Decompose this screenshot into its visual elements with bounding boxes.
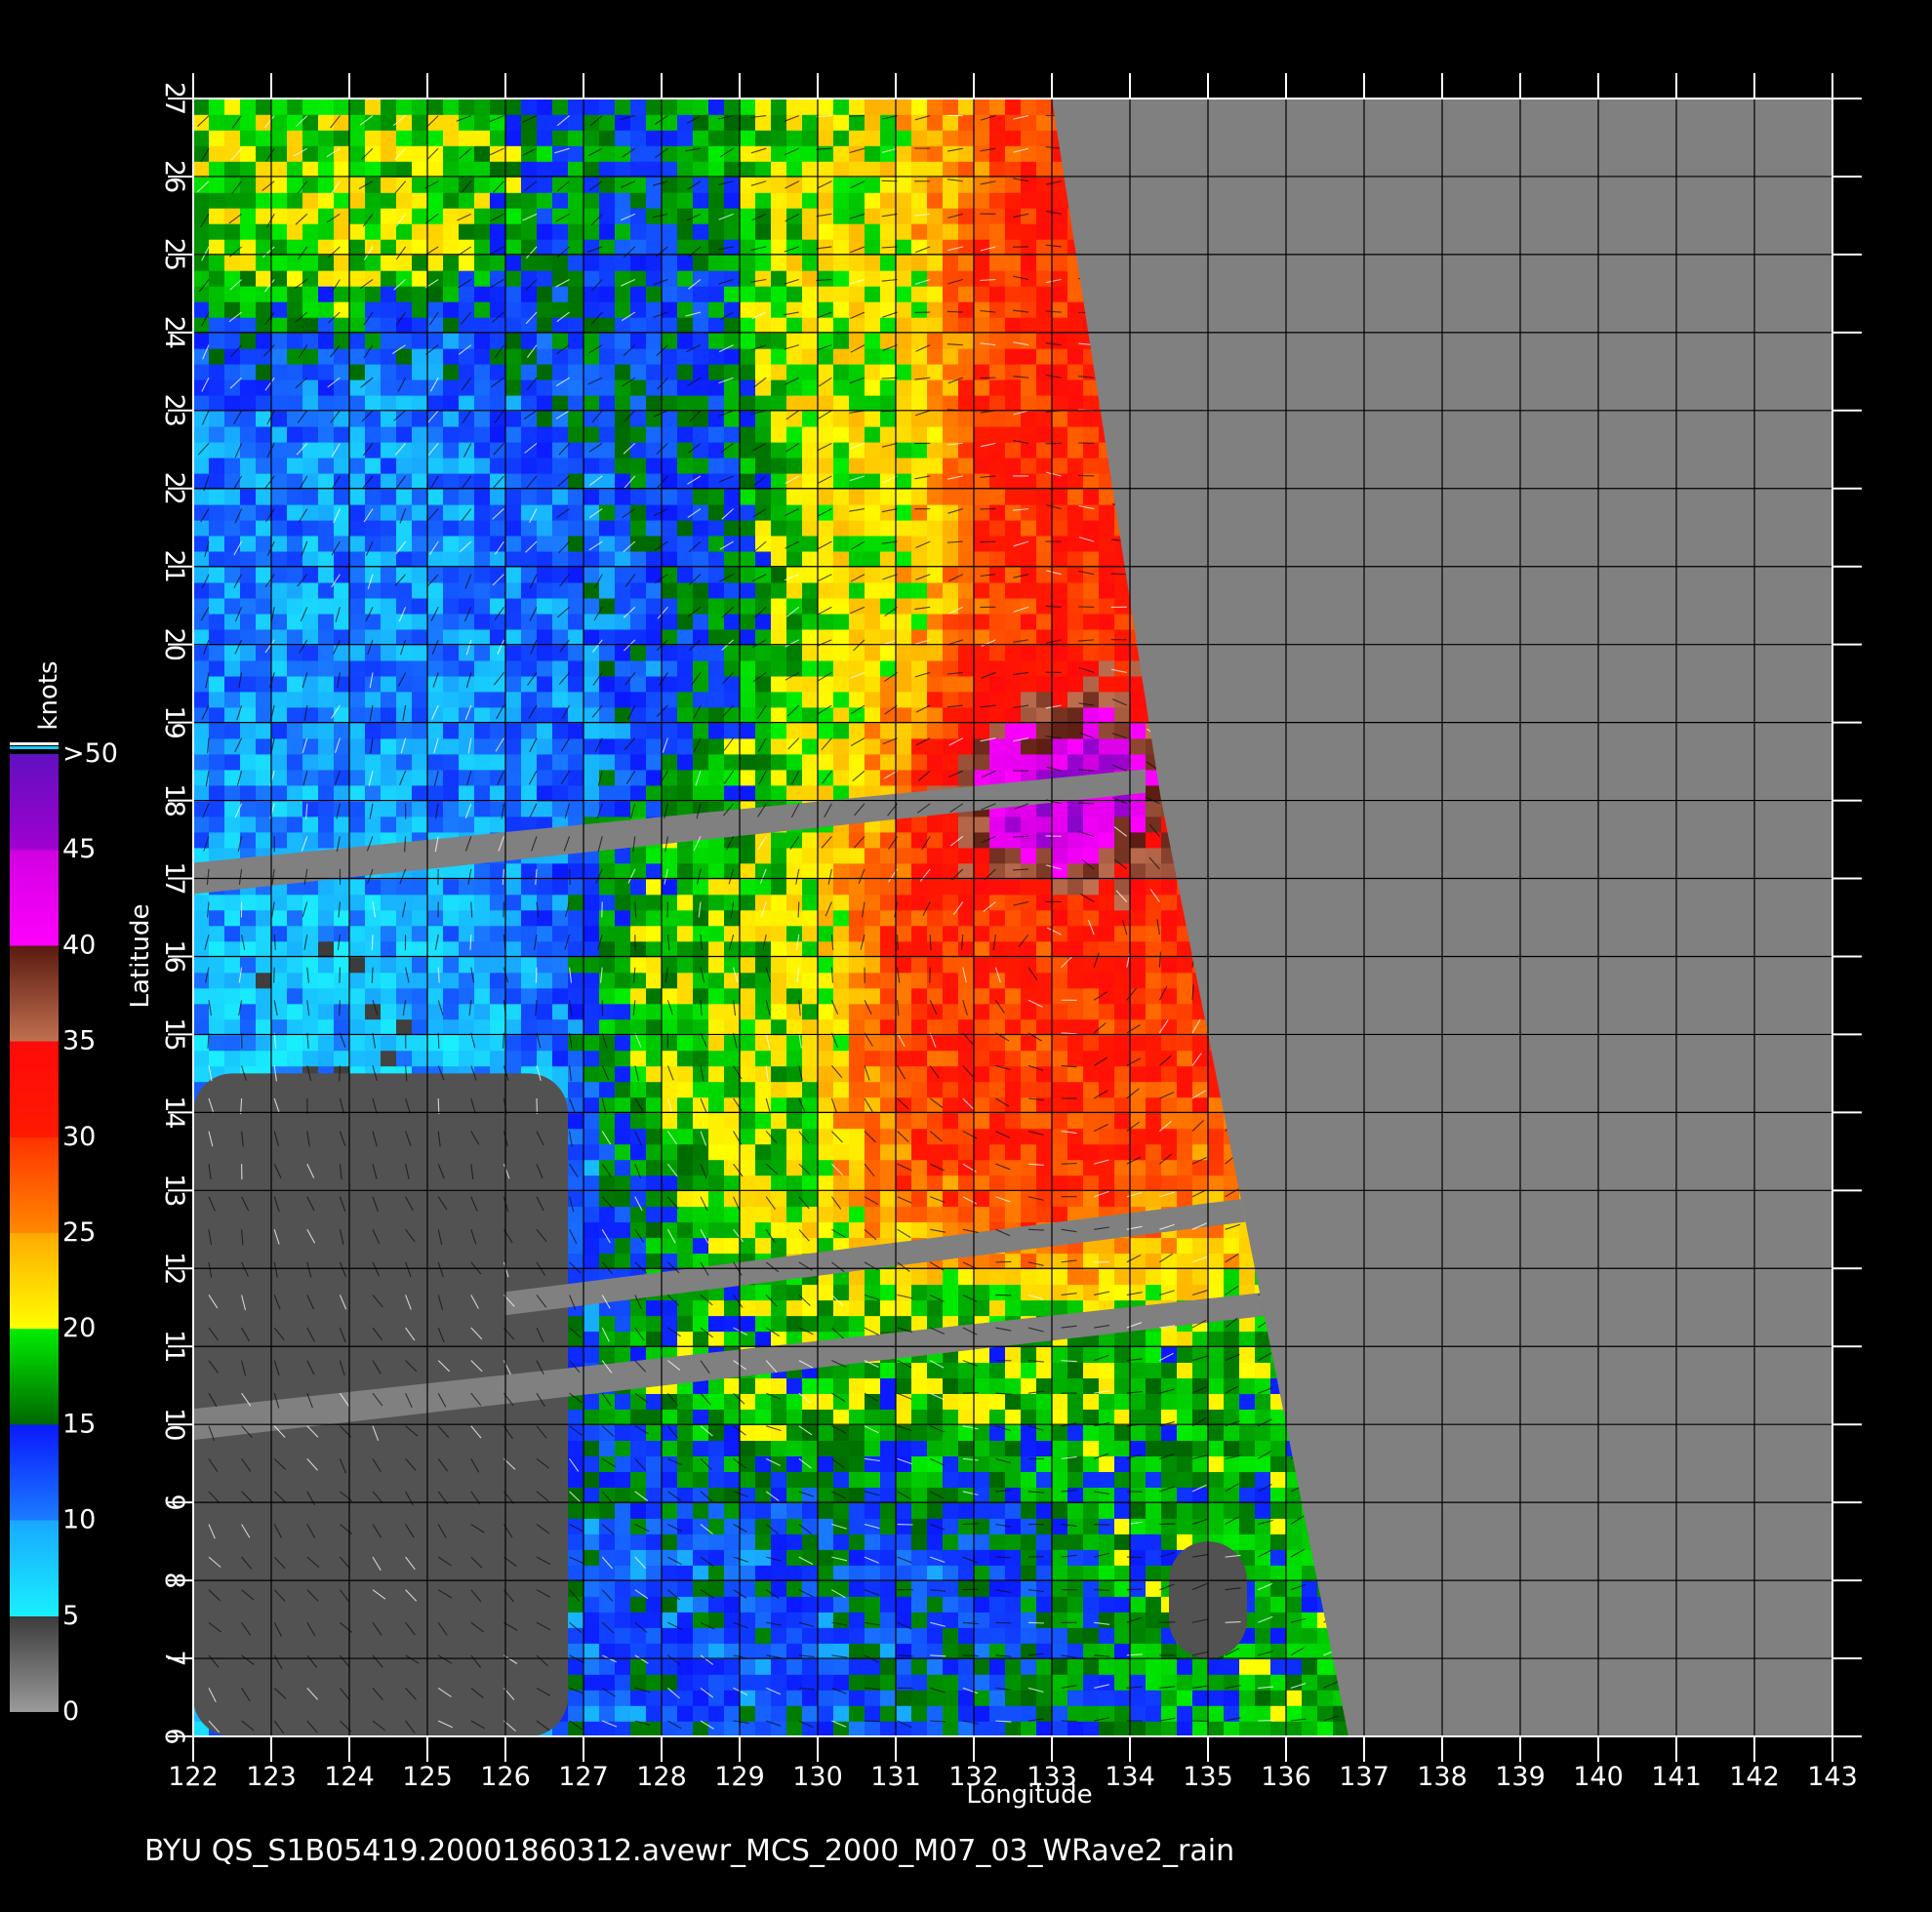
x-tick-label: 124 (324, 1762, 375, 1792)
y-tick-label: 25 (159, 238, 189, 271)
x-tick-label: 130 (792, 1762, 843, 1792)
colorbar-labels: 0 5 10 15 20 25 30 35 40 45 >50 (62, 738, 118, 1727)
y-tick-label: 21 (159, 550, 189, 583)
x-tick-label: 126 (480, 1762, 531, 1792)
y-tick-label: 18 (159, 783, 189, 817)
colorbar-label: 10 (62, 1505, 96, 1535)
y-tick-label: 17 (159, 861, 189, 895)
y-tick-label: 27 (159, 82, 189, 115)
file-caption: BYU QS_S1B05419.20001860312.avewr_MCS_20… (144, 1834, 1235, 1868)
x-tick-label: 136 (1261, 1762, 1311, 1792)
y-tick-label: 6 (159, 1728, 189, 1744)
colorbar-label: 15 (62, 1409, 96, 1439)
x-tick-label: 128 (636, 1762, 687, 1792)
y-tick-label: 14 (159, 1095, 189, 1129)
y-tick-label: 24 (159, 316, 189, 349)
x-tick-label: 139 (1495, 1762, 1546, 1792)
colorbar-unit-label: knots (34, 660, 63, 730)
x-tick-label: 138 (1417, 1762, 1468, 1792)
y-tick-label: 22 (159, 472, 189, 505)
x-tick-label: 125 (402, 1762, 453, 1792)
colorbar-cap-white (10, 742, 59, 745)
y-tick-label: 20 (159, 628, 189, 661)
colorbar-label: 0 (62, 1696, 79, 1727)
x-tick-label: 141 (1651, 1762, 1702, 1792)
x-tick-label: 122 (168, 1762, 219, 1792)
colorbar-label: 5 (62, 1601, 79, 1631)
y-tick-label: 23 (159, 394, 189, 427)
x-tick-label: 143 (1807, 1762, 1858, 1792)
x-tick-label: 127 (558, 1762, 609, 1792)
y-tick-label: 16 (159, 939, 189, 973)
y-tick-label: 11 (159, 1330, 189, 1363)
colorbar-label: 35 (62, 1026, 96, 1056)
y-tick-labels: 6 7 8 9 10 11 12 13 14 15 16 17 18 19 20 21 22 23 24 25 26 27 (159, 82, 189, 1745)
colorbar-cap-cyan (10, 746, 59, 749)
x-tick-label: 135 (1183, 1762, 1233, 1792)
y-axis-label: Latitude (126, 903, 155, 1008)
y-tick-label: 9 (159, 1494, 189, 1511)
x-tick-label: 123 (246, 1762, 297, 1792)
y-tick-label: 10 (159, 1408, 189, 1441)
colorbar-label: 40 (62, 930, 96, 960)
x-tick-label: 134 (1105, 1762, 1155, 1792)
x-tick-label: 129 (714, 1762, 765, 1792)
colorbar-label: 45 (62, 834, 96, 864)
colorbar-gradient (10, 754, 59, 1712)
y-tick-label: 7 (159, 1650, 189, 1666)
x-tick-label: 142 (1729, 1762, 1780, 1792)
y-tick-label: 12 (159, 1252, 189, 1285)
x-tick-label: 131 (870, 1762, 921, 1792)
colorbar-label: >50 (62, 738, 118, 769)
y-tick-label: 13 (159, 1174, 189, 1207)
x-tick-label: 137 (1339, 1762, 1389, 1792)
x-axis-label: Longitude (966, 1780, 1092, 1810)
colorbar-label: 20 (62, 1313, 96, 1343)
y-tick-label: 19 (159, 705, 189, 738)
wind-map-canvas: 122 123 124 125 126 127 128 129 130 131 132 133 134 1… (10, 73, 1862, 1810)
y-tick-label: 15 (159, 1017, 189, 1051)
y-tick-label: 8 (159, 1573, 189, 1589)
colorbar-label: 30 (62, 1122, 96, 1152)
colorbar (10, 742, 59, 1712)
x-tick-label: 140 (1573, 1762, 1624, 1792)
y-tick-label: 26 (159, 160, 189, 193)
colorbar-label: 25 (62, 1217, 96, 1248)
